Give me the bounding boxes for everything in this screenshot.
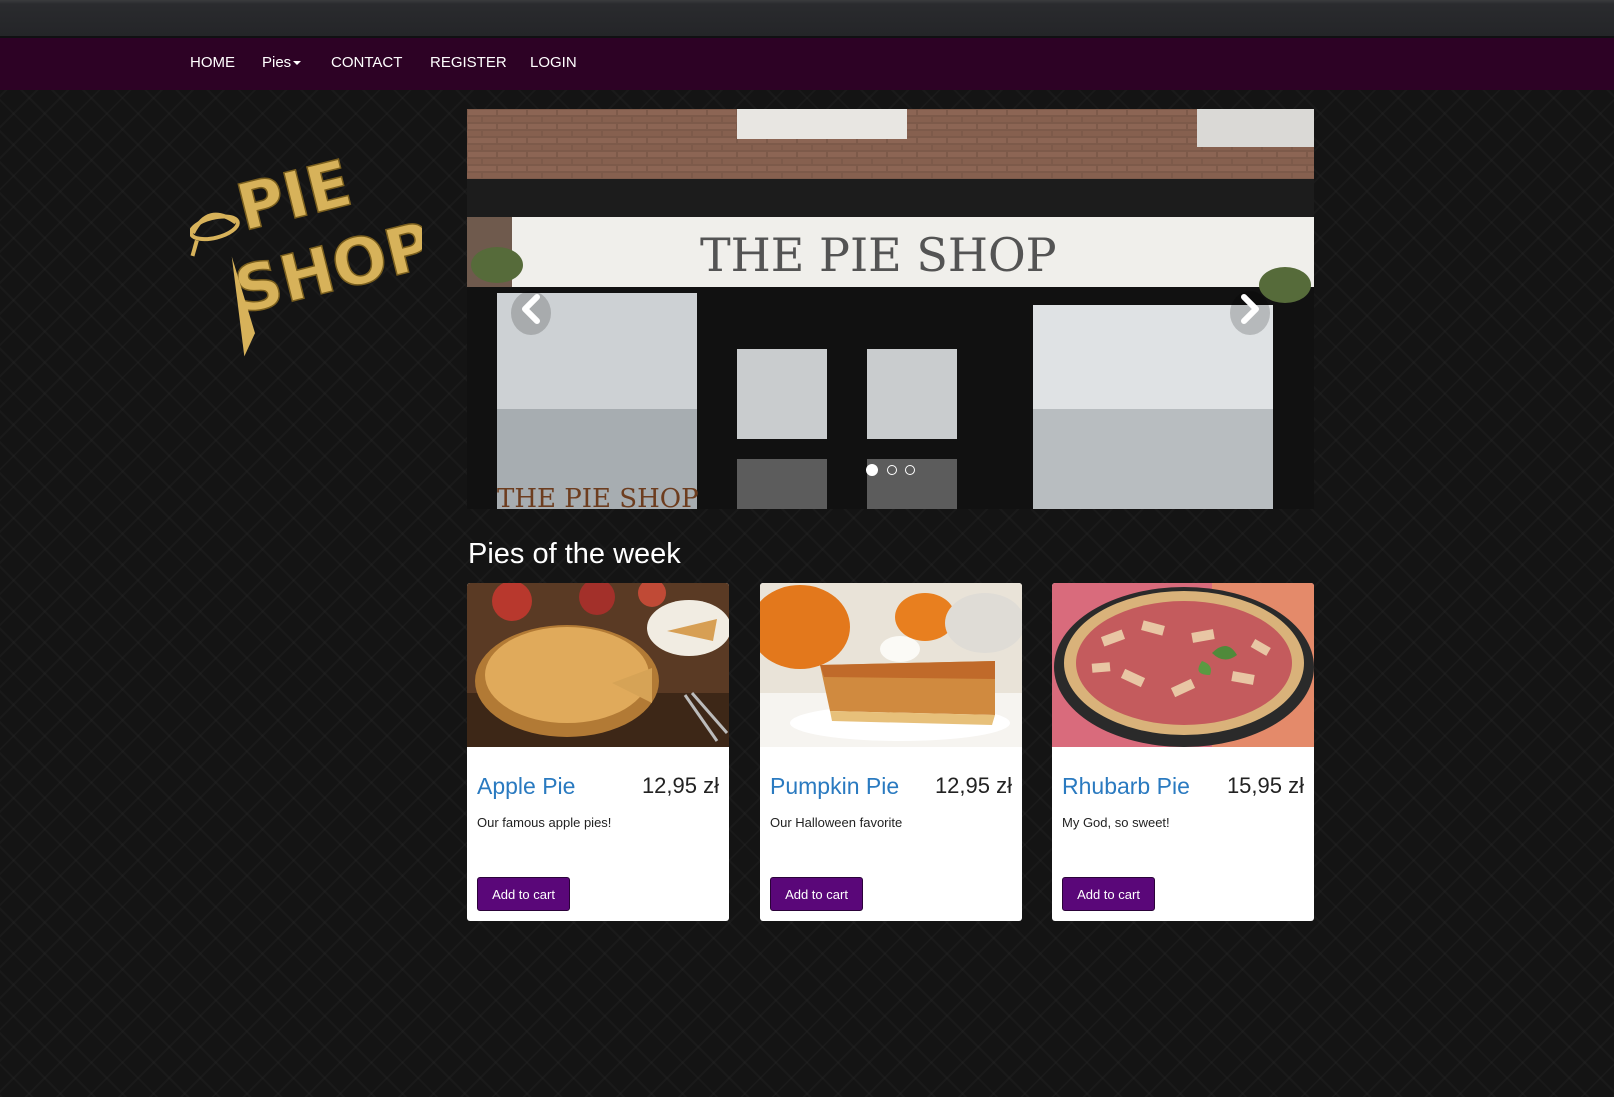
pie-price: 15,95 zł — [1226, 773, 1304, 798]
pie-card: Pumpkin Pie 12,95 zł Our Halloween favor… — [760, 583, 1022, 921]
pie-shop-logo[interactable]: PIE SHOP — [188, 118, 442, 362]
pie-description: Our Halloween favorite — [770, 815, 903, 830]
nav-pies-dropdown[interactable]: Pies — [262, 54, 302, 71]
pie-price: 12,95 zł — [641, 773, 719, 798]
carousel-indicator-3[interactable] — [904, 464, 915, 475]
nav-contact[interactable]: CONTACT — [331, 54, 402, 71]
pie-description: My God, so sweet! — [1062, 815, 1170, 830]
svg-text:THE PIE SHOP: THE PIE SHOP — [700, 228, 1057, 282]
nav-register[interactable]: REGISTER — [430, 54, 507, 71]
pie-name-link[interactable]: Apple Pie — [477, 773, 575, 800]
caret-down-icon — [293, 61, 302, 66]
chevron-left-icon — [511, 291, 551, 335]
chevron-right-icon — [1230, 291, 1270, 335]
shop-front-photo: THE PIE SHOP THE PIE SHOP — [467, 109, 1314, 509]
main-navbar: HOME Pies CONTACT REGISTER LOGIN — [0, 38, 1614, 90]
pie-card: Rhubarb Pie 15,95 zł My God, so sweet! A… — [1052, 583, 1314, 921]
carousel-indicators — [467, 461, 1314, 479]
browser-top-bar — [0, 0, 1614, 38]
carousel-next-button[interactable] — [1226, 277, 1274, 341]
add-to-cart-button[interactable]: Add to cart — [477, 877, 570, 911]
pie-card: Apple Pie 12,95 zł Our famous apple pies… — [467, 583, 729, 921]
nav-home[interactable]: HOME — [190, 54, 235, 71]
pie-name-link[interactable]: Pumpkin Pie — [770, 773, 899, 800]
rhubarb-pie-image[interactable] — [1052, 583, 1314, 747]
hero-carousel[interactable]: THE PIE SHOP THE PIE SHOP — [467, 109, 1314, 509]
section-title: Pies of the week — [468, 538, 681, 570]
nav-pies-label: Pies — [262, 54, 292, 71]
pie-description: Our famous apple pies! — [477, 815, 612, 830]
carousel-prev-button[interactable] — [507, 277, 555, 341]
carousel-indicator-1[interactable] — [866, 463, 879, 476]
svg-text:THE PIE SHOP: THE PIE SHOP — [497, 484, 699, 509]
pie-name-link[interactable]: Rhubarb Pie — [1062, 773, 1190, 800]
add-to-cart-button[interactable]: Add to cart — [770, 877, 863, 911]
pie-price: 12,95 zł — [934, 773, 1012, 798]
carousel-indicator-2[interactable] — [886, 464, 897, 475]
pumpkin-pie-image[interactable] — [760, 583, 1022, 747]
add-to-cart-button[interactable]: Add to cart — [1062, 877, 1155, 911]
nav-login[interactable]: LOGIN — [530, 54, 577, 71]
apple-pie-image[interactable] — [467, 583, 729, 747]
